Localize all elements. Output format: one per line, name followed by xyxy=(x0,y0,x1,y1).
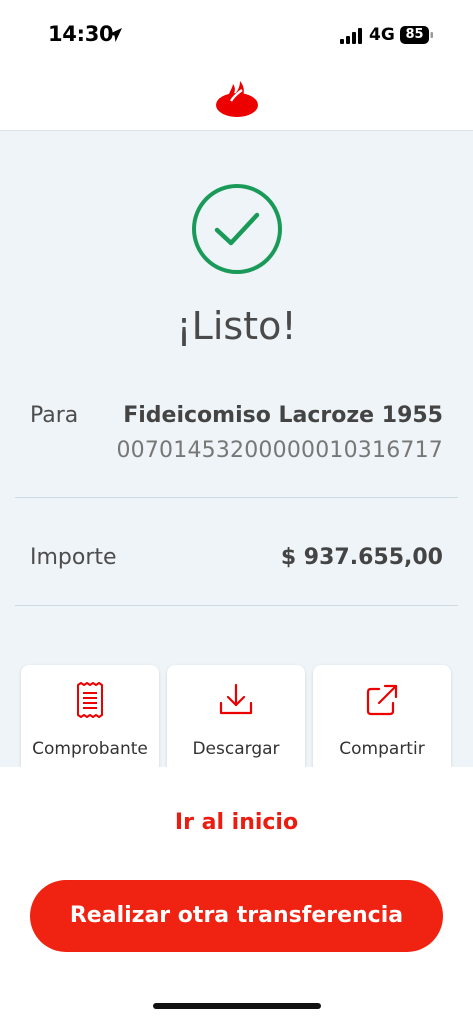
recipient-label: Para xyxy=(30,403,79,428)
network-type: 4G xyxy=(369,25,395,45)
receipt-button[interactable]: Comprobante xyxy=(21,665,159,775)
recipient-account: 00701453200000010316717 xyxy=(116,438,443,463)
share-icon xyxy=(366,684,398,716)
share-button[interactable]: Compartir xyxy=(313,665,451,775)
divider xyxy=(15,497,458,498)
divider xyxy=(15,605,458,606)
recipient-name: Fideicomiso Lacroze 1955 xyxy=(123,403,443,428)
receipt-label: Comprobante xyxy=(32,739,148,759)
home-indicator xyxy=(153,1003,321,1009)
receipt-icon xyxy=(77,682,103,718)
download-label: Descargar xyxy=(192,739,280,759)
status-bar: 14:30 4G 85 xyxy=(0,0,473,70)
download-button[interactable]: Descargar xyxy=(167,665,305,775)
share-label: Compartir xyxy=(339,739,425,759)
success-title: ¡Listo! xyxy=(176,304,297,348)
status-time: 14:30 xyxy=(48,22,114,46)
location-arrow-icon xyxy=(108,28,122,42)
new-transfer-button[interactable]: Realizar otra transferencia xyxy=(30,880,443,952)
battery-level: 85 xyxy=(405,27,424,42)
go-home-link[interactable]: Ir al inicio xyxy=(0,810,473,835)
cellular-signal-icon xyxy=(340,28,362,44)
download-icon xyxy=(219,683,253,715)
amount-value: $ 937.655,00 xyxy=(280,545,443,570)
santander-flame-icon xyxy=(216,81,258,117)
amount-label: Importe xyxy=(30,545,117,570)
check-circle-icon xyxy=(192,184,282,274)
